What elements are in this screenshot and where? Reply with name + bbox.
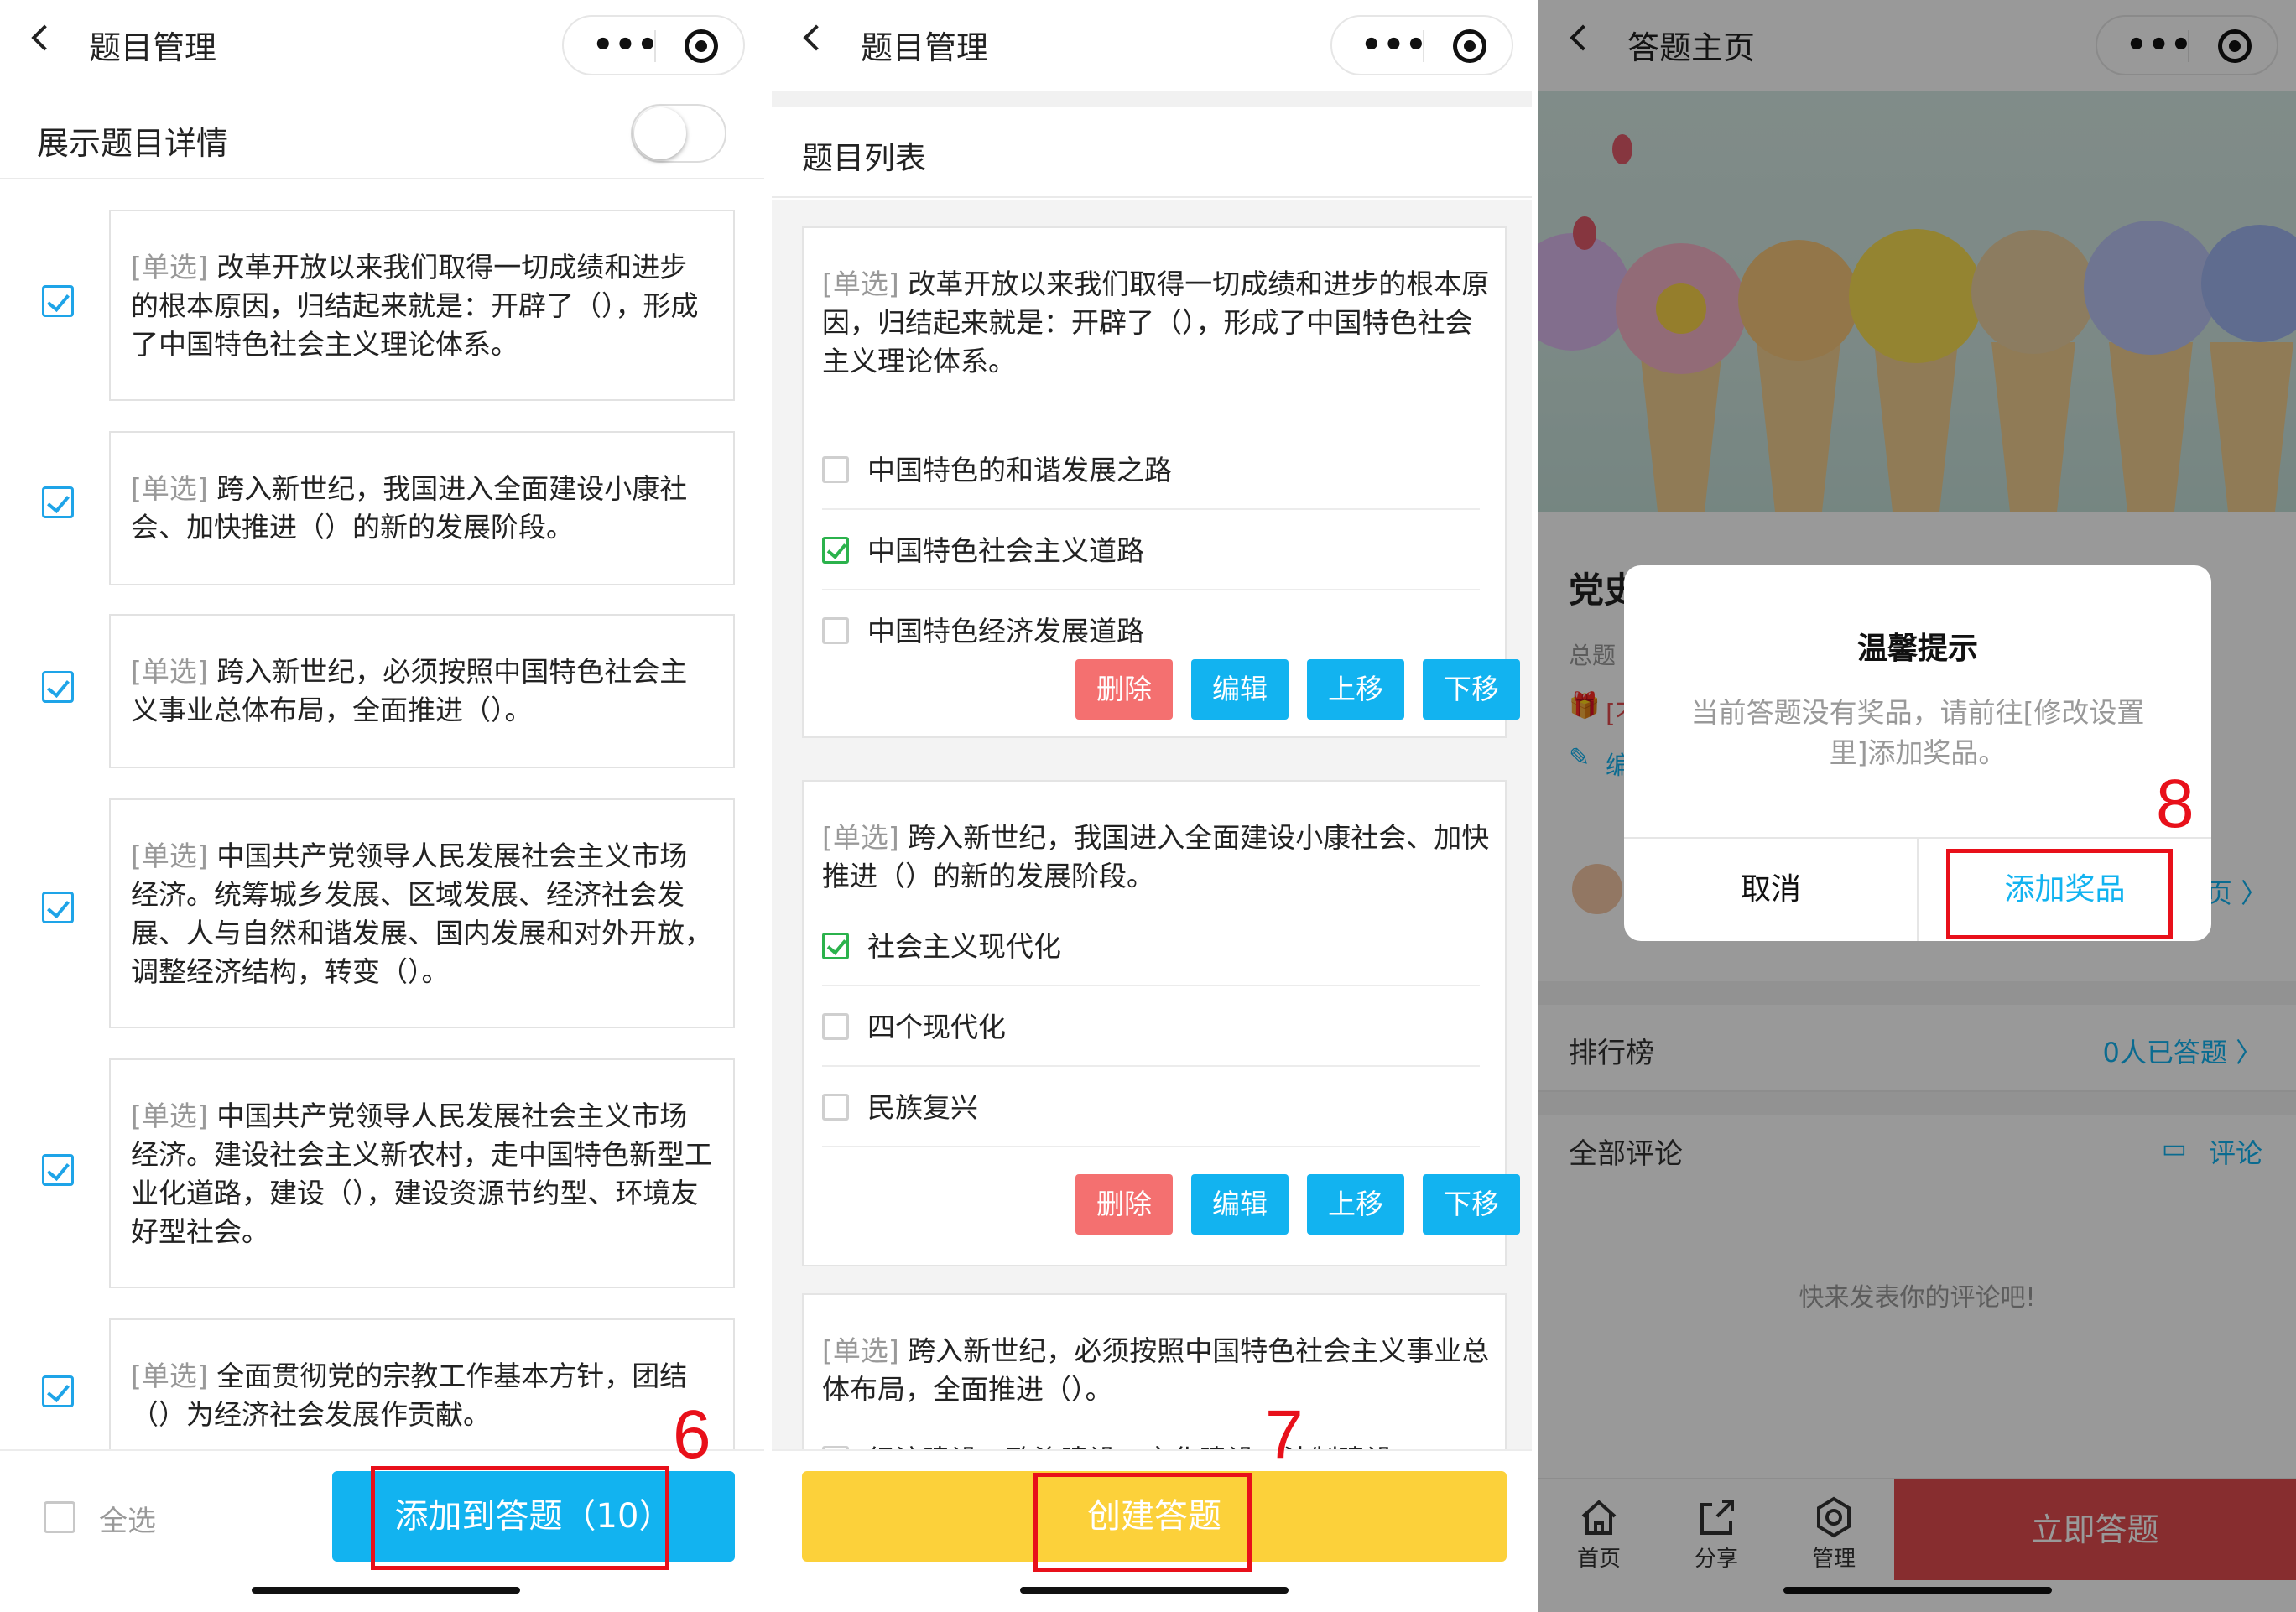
question-type-tag: [单选] [822, 268, 899, 300]
question-checkbox[interactable] [42, 486, 74, 518]
list-header: 题目列表 [772, 107, 1532, 198]
option-checkbox[interactable] [822, 1094, 849, 1121]
option-label: 中国特色社会主义道路 [867, 534, 1144, 567]
step-number: 8 [2156, 766, 2194, 842]
question-block: [单选] 改革开放以来我们取得一切成绩和进步的根本原因，归结起来就是：开辟了（）… [802, 226, 1520, 738]
question-text: 全面贯彻党的宗教工作基本方针，团结（）为经济社会发展作贡献。 [131, 1360, 688, 1431]
step-number: 7 [1265, 1396, 1304, 1473]
question-card[interactable]: [单选] 中国共产党领导人民发展社会主义市场经济。建设社会主义新农村，走中国特色… [109, 1058, 735, 1288]
question-checkbox[interactable] [42, 892, 74, 923]
question-type-tag: [单选] [131, 251, 208, 283]
mini-program-capsule: ••• [1330, 15, 1513, 75]
question-block: [单选] 跨入新世纪，我国进入全面建设小康社会、加快推进（）的新的发展阶段。 社… [802, 780, 1520, 1266]
panel-quiz-home: 答题主页 ••• 党史 总题 🎁 [不 ✎ 编 页 〉 排行榜 0人已答题 〉 … [1538, 0, 2296, 1612]
title-bar: 题目管理 ••• [772, 0, 1532, 91]
option-label: 社会主义现代化 [867, 930, 1061, 963]
option-row[interactable]: 四个现代化 [822, 986, 1480, 1067]
capsule-divider [1423, 30, 1424, 62]
move-down-button[interactable]: 下移 [1423, 1174, 1520, 1235]
question-type-tag: [单选] [131, 840, 208, 872]
list-title: 题目列表 [802, 140, 926, 176]
question-type-tag: [单选] [131, 1100, 208, 1132]
question-text: 跨入新世纪，必须按照中国特色社会主义事业总体布局，全面推进（）。 [131, 655, 688, 726]
question-type-tag: [单选] [131, 1360, 208, 1392]
home-indicator [1020, 1587, 1289, 1594]
show-details-switch[interactable] [631, 104, 726, 163]
question-card[interactable]: [单选] 中国共产党领导人民发展社会主义市场经济。统筹城乡发展、区域发展、经济社… [109, 798, 735, 1028]
option-checkbox-checked[interactable] [822, 933, 849, 959]
show-details-label: 展示题目详情 [37, 125, 229, 162]
question-checkbox[interactable] [42, 671, 74, 703]
title-bar: 题目管理 ••• [0, 0, 764, 91]
question-card[interactable]: [单选] 跨入新世纪，必须按照中国特色社会主义事业总体布局，全面推进（）。 [109, 614, 735, 768]
select-all-checkbox[interactable] [44, 1501, 75, 1533]
option-label: 中国特色经济发展道路 [867, 615, 1144, 647]
close-target-icon[interactable] [685, 29, 718, 63]
question-type-tag: [单选] [131, 472, 208, 505]
highlight-box [1033, 1473, 1252, 1572]
question-type-tag: [单选] [822, 821, 899, 854]
question-body: 跨入新世纪，我国进入全面建设小康社会、加快推进（）的新的发展阶段。 [822, 821, 1490, 892]
question-text: 中国共产党领导人民发展社会主义市场经济。建设社会主义新农村，走中国特色新型工业化… [131, 1100, 712, 1248]
dialog-message: 当前答题没有奖品，请前往[修改设置里]添加奖品。 [1690, 696, 2145, 769]
move-up-button[interactable]: 上移 [1307, 659, 1404, 720]
move-down-button[interactable]: 下移 [1423, 659, 1520, 720]
question-text: 跨入新世纪，我国进入全面建设小康社会、加快推进（）的新的发展阶段。 [131, 472, 688, 543]
highlight-box [1946, 849, 2173, 939]
back-icon[interactable] [31, 24, 58, 51]
question-checkbox[interactable] [42, 1154, 74, 1186]
option-checkbox[interactable] [822, 1013, 849, 1040]
option-label: 四个现代化 [867, 1011, 1006, 1043]
question-type-tag: [单选] [822, 1334, 899, 1367]
more-icon[interactable]: ••• [592, 29, 659, 62]
option-row[interactable]: 中国特色社会主义道路 [822, 510, 1480, 590]
dialog-title: 温馨提示 [1856, 632, 1978, 666]
highlight-box [371, 1466, 669, 1570]
close-target-icon[interactable] [1453, 29, 1486, 63]
panel-question-list: 题目管理 ••• 题目列表 [单选] 改革开放以来我们取得一切成绩和进步的根本原… [772, 0, 1532, 1612]
question-checkbox[interactable] [42, 285, 74, 317]
more-icon[interactable]: ••• [1361, 29, 1428, 62]
step-number: 6 [673, 1396, 711, 1473]
question-checkbox[interactable] [42, 1375, 74, 1407]
panel-question-select: 题目管理 ••• 展示题目详情 [单选] 改革开放以来我们取得一切成绩和进步的根… [0, 0, 764, 1612]
question-body: 跨入新世纪，必须按照中国特色社会主义事业总体布局，全面推进（）。 [822, 1334, 1490, 1406]
back-icon[interactable] [803, 24, 830, 51]
question-text: 改革开放以来我们取得一切成绩和进步的根本原因，归结起来就是：开辟了（），形成了中… [131, 251, 699, 361]
mini-program-capsule: ••• [562, 15, 745, 75]
question-text: 中国共产党领导人民发展社会主义市场经济。统筹城乡发展、区域发展、经济社会发展、人… [131, 840, 712, 988]
edit-button[interactable]: 编辑 [1191, 1174, 1289, 1235]
option-row[interactable]: 民族复兴 [822, 1067, 1480, 1147]
option-label: 中国特色的和谐发展之路 [867, 454, 1172, 486]
question-text: [单选] 改革开放以来我们取得一切成绩和进步的根本原因，归结起来就是：开辟了（）… [822, 265, 1493, 381]
divider-strip [772, 91, 1532, 107]
question-text: [单选] 跨入新世纪，我国进入全面建设小康社会、加快推进（）的新的发展阶段。 [822, 819, 1493, 896]
select-all-label[interactable]: 全选 [99, 1498, 156, 1539]
capsule-divider [654, 30, 656, 62]
question-card[interactable]: [单选] 跨入新世纪，我国进入全面建设小康社会、加快推进（）的新的发展阶段。 [109, 431, 735, 585]
page-title: 题目管理 [861, 29, 989, 66]
cancel-button[interactable]: 取消 [1624, 839, 1918, 941]
option-checkbox-checked[interactable] [822, 537, 849, 564]
option-label: 民族复兴 [867, 1091, 978, 1124]
switch-knob [634, 107, 686, 159]
option-checkbox[interactable] [822, 456, 849, 483]
delete-button[interactable]: 删除 [1075, 1174, 1173, 1235]
home-indicator [252, 1587, 520, 1594]
option-checkbox[interactable] [822, 617, 849, 644]
question-text: [单选] 跨入新世纪，必须按照中国特色社会主义事业总体布局，全面推进（）。 [822, 1332, 1493, 1409]
edit-button[interactable]: 编辑 [1191, 659, 1289, 720]
option-row[interactable]: 中国特色的和谐发展之路 [822, 429, 1480, 510]
option-row[interactable]: 社会主义现代化 [822, 906, 1480, 986]
move-up-button[interactable]: 上移 [1307, 1174, 1404, 1235]
page-title: 题目管理 [89, 29, 217, 66]
question-type-tag: [单选] [131, 655, 208, 688]
delete-button[interactable]: 删除 [1075, 659, 1173, 720]
question-card[interactable]: [单选] 改革开放以来我们取得一切成绩和进步的根本原因，归结起来就是：开辟了（）… [109, 210, 735, 401]
question-body: 改革开放以来我们取得一切成绩和进步的根本原因，归结起来就是：开辟了（），形成了中… [822, 268, 1490, 377]
